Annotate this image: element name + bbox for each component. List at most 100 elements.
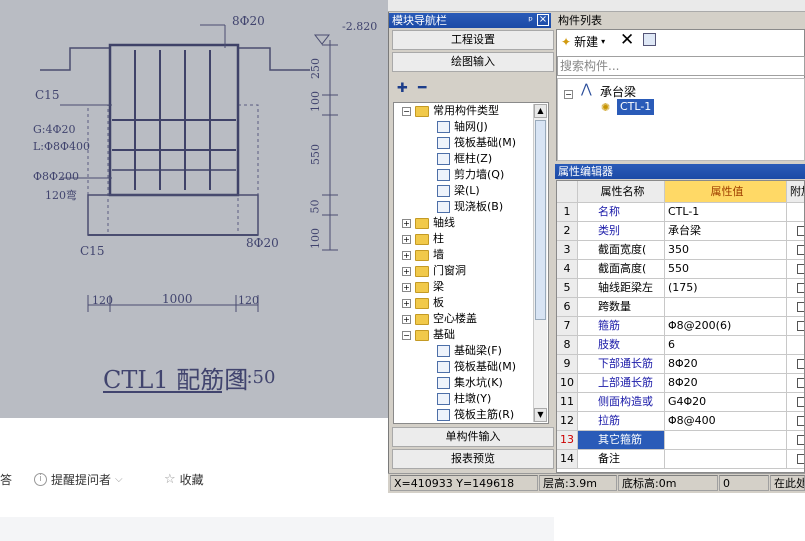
attach-checkbox[interactable] xyxy=(797,416,804,426)
pin-icon[interactable]: ᵖ xyxy=(528,13,533,28)
attach-checkbox[interactable] xyxy=(797,321,804,331)
favorite-button[interactable]: ☆ 收藏 xyxy=(164,471,204,488)
property-value[interactable]: 550 xyxy=(665,260,787,279)
property-name[interactable]: 箍筋 xyxy=(578,317,665,336)
property-name[interactable]: 截面宽度( xyxy=(578,241,665,260)
component-search-input[interactable]: 搜索构件... xyxy=(557,56,805,76)
close-icon[interactable]: × xyxy=(537,14,549,26)
property-extra[interactable] xyxy=(787,336,804,355)
expand-icon[interactable]: + xyxy=(402,298,411,308)
property-value[interactable] xyxy=(665,431,787,450)
tree-item[interactable]: 筏板基础(M) xyxy=(437,359,516,375)
property-name[interactable]: 名称 xyxy=(578,203,665,222)
property-name[interactable]: 侧面构造或 xyxy=(578,393,665,412)
collapse-icon[interactable]: − xyxy=(402,106,411,116)
tree-folder[interactable]: + 柱 xyxy=(402,231,444,247)
property-name[interactable]: 拉筋 xyxy=(578,412,665,431)
tree-item[interactable]: 柱墩(Y) xyxy=(437,391,491,407)
expand-icon[interactable]: + xyxy=(402,282,411,292)
attach-checkbox[interactable] xyxy=(797,435,804,445)
expand-icon[interactable]: + xyxy=(402,250,411,260)
property-name[interactable]: 轴线距梁左 xyxy=(578,279,665,298)
tree-item[interactable]: 梁(L) xyxy=(437,183,480,199)
property-value[interactable]: 350 xyxy=(665,241,787,260)
property-value[interactable] xyxy=(665,450,787,469)
property-value[interactable]: 6 xyxy=(665,336,787,355)
property-name[interactable]: 截面高度( xyxy=(578,260,665,279)
attach-checkbox[interactable] xyxy=(797,302,804,312)
header-property-value[interactable]: 属性值 xyxy=(665,181,787,203)
tree-folder[interactable]: + 板 xyxy=(402,295,444,311)
attach-checkbox[interactable] xyxy=(797,378,804,388)
expand-all-icon[interactable]: ✚ xyxy=(397,81,408,96)
delete-icon[interactable]: ✕ xyxy=(620,30,634,50)
comp-tree-root[interactable]: 承台梁 xyxy=(600,83,636,100)
attach-checkbox[interactable] xyxy=(797,264,804,274)
project-settings-button[interactable]: 工程设置 xyxy=(392,30,554,50)
property-name[interactable]: 肢数 xyxy=(578,336,665,355)
property-extra[interactable] xyxy=(787,241,804,260)
property-extra[interactable] xyxy=(787,450,804,469)
property-extra[interactable]: ⋯ xyxy=(787,431,804,450)
comp-tree-selected-item[interactable]: CTL-1 xyxy=(617,99,655,115)
scroll-down-icon[interactable]: ▼ xyxy=(534,408,547,422)
tree-folder[interactable]: − 常用构件类型 xyxy=(402,103,499,119)
property-value[interactable]: Φ8@200(6) xyxy=(665,317,787,336)
expand-icon[interactable]: + xyxy=(402,266,411,276)
scroll-thumb[interactable] xyxy=(535,120,546,320)
property-name[interactable]: 下部通长筋 xyxy=(578,355,665,374)
tree-folder[interactable]: + 轴线 xyxy=(402,215,455,231)
property-name[interactable]: 其它箍筋 xyxy=(578,431,665,450)
property-name[interactable]: 跨数量 xyxy=(578,298,665,317)
drawing-input-button[interactable]: 绘图输入 xyxy=(392,52,554,72)
property-extra[interactable] xyxy=(787,279,804,298)
property-value[interactable]: 8Φ20 xyxy=(665,374,787,393)
copy-icon[interactable] xyxy=(643,33,656,46)
collapse-all-icon[interactable]: ━ xyxy=(418,80,426,96)
property-extra[interactable] xyxy=(787,412,804,431)
tree-folder[interactable]: − 基础 xyxy=(402,327,455,343)
property-extra[interactable] xyxy=(787,317,804,336)
property-value[interactable]: Φ8@400 xyxy=(665,412,787,431)
tree-item[interactable]: 现浇板(B) xyxy=(437,199,503,215)
expand-icon[interactable]: + xyxy=(402,314,411,324)
property-extra[interactable] xyxy=(787,203,804,222)
property-extra[interactable] xyxy=(787,222,804,241)
collapse-icon[interactable]: − xyxy=(402,330,411,340)
attach-checkbox[interactable] xyxy=(797,245,804,255)
header-extra[interactable]: 附加 xyxy=(787,181,804,203)
property-name[interactable]: 备注 xyxy=(578,450,665,469)
expand-icon[interactable]: + xyxy=(402,234,411,244)
tree-item[interactable]: 框柱(Z) xyxy=(437,151,492,167)
property-extra[interactable] xyxy=(787,260,804,279)
property-extra[interactable] xyxy=(787,298,804,317)
property-extra[interactable] xyxy=(787,393,804,412)
tree-folder[interactable]: + 梁 xyxy=(402,279,444,295)
tree-item[interactable]: 集水坑(K) xyxy=(437,375,503,391)
remind-asker-button[interactable]: i 提醒提问者 ⌵ xyxy=(34,471,123,488)
attach-checkbox[interactable] xyxy=(797,359,804,369)
tree-folder[interactable]: + 门窗洞 xyxy=(402,263,466,279)
scroll-up-icon[interactable]: ▲ xyxy=(534,104,547,118)
new-button[interactable]: ✦ 新建 ▾ xyxy=(561,33,605,50)
tree-item[interactable]: 基础梁(F) xyxy=(437,343,502,359)
tree-item[interactable]: 筏板基础(M) xyxy=(437,135,516,151)
tree-folder[interactable]: + 墙 xyxy=(402,247,444,263)
expand-icon[interactable]: + xyxy=(402,218,411,228)
attach-checkbox[interactable] xyxy=(797,454,804,464)
property-extra[interactable] xyxy=(787,374,804,393)
property-value[interactable]: CTL-1 xyxy=(665,203,787,222)
report-preview-button[interactable]: 报表预览 xyxy=(392,449,554,469)
property-value[interactable] xyxy=(665,298,787,317)
tree-folder[interactable]: + 空心楼盖 xyxy=(402,311,477,327)
tree-item[interactable]: 剪力墙(Q) xyxy=(437,167,504,183)
header-property-name[interactable]: 属性名称 xyxy=(578,181,665,203)
tree-item[interactable]: 轴网(J) xyxy=(437,119,488,135)
property-value[interactable]: 8Φ20 xyxy=(665,355,787,374)
property-name[interactable]: 上部通长筋 xyxy=(578,374,665,393)
tree-scrollbar[interactable]: ▲ ▼ xyxy=(533,104,547,422)
property-value[interactable]: G4Φ20 xyxy=(665,393,787,412)
attach-checkbox[interactable] xyxy=(797,397,804,407)
single-input-button[interactable]: 单构件输入 xyxy=(392,427,554,447)
property-name[interactable]: 类别 xyxy=(578,222,665,241)
